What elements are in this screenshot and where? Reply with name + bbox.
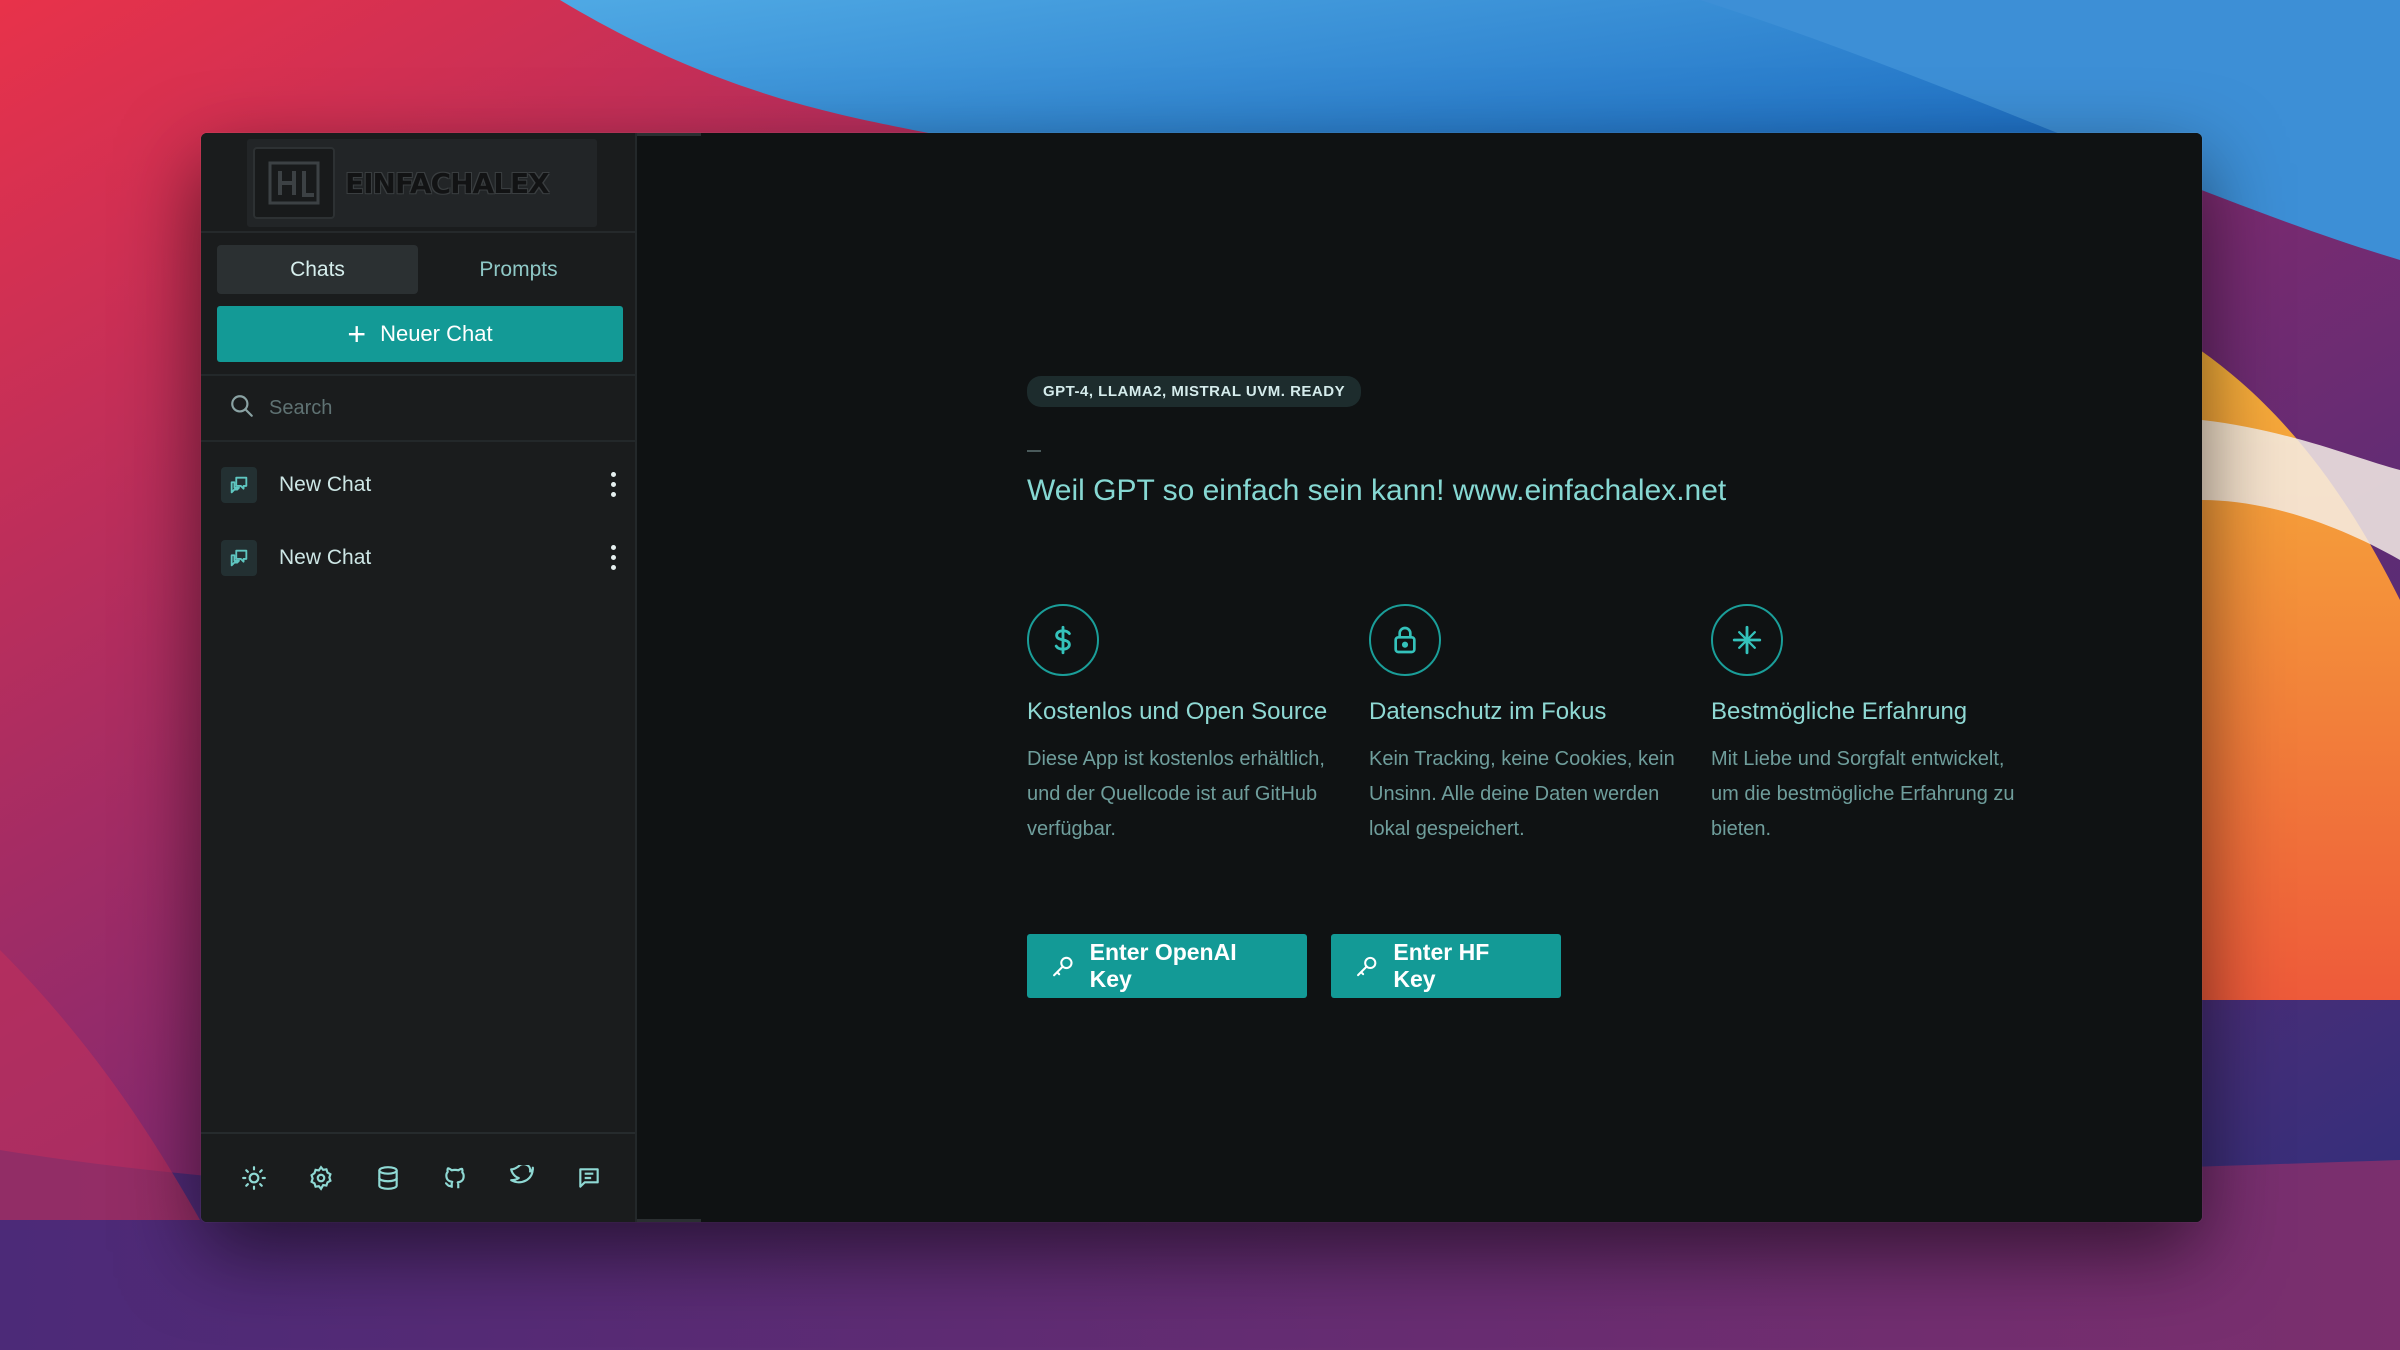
- search-icon: [229, 393, 255, 424]
- page-title: Weil GPT so einfach sein kann! www.einfa…: [1027, 474, 1727, 507]
- feature-list: Kostenlos und Open Source Diese App ist …: [1027, 604, 2053, 847]
- sidebar-tabs: Chats Prompts: [217, 245, 619, 294]
- tab-prompts[interactable]: Prompts: [418, 245, 619, 294]
- logo-text: EINFACHALEX: [345, 166, 550, 200]
- database-icon[interactable]: [373, 1163, 403, 1193]
- more-vertical-icon[interactable]: [603, 467, 623, 503]
- more-vertical-icon[interactable]: [603, 540, 623, 576]
- model-ready-badge: GPT-4, LLAMA2, MISTRAL UVM. READY: [1027, 376, 1362, 407]
- logo-area: EINFACHALEX: [201, 133, 635, 233]
- logo: EINFACHALEX: [247, 139, 597, 227]
- welcome-header: GPT-4, LLAMA2, MISTRAL UVM. READY Weil G…: [1027, 376, 2077, 508]
- dollar-icon: [1027, 604, 1099, 676]
- feature-description: Kein Tracking, keine Cookies, kein Unsin…: [1369, 748, 1675, 840]
- plus-icon: +: [347, 316, 367, 352]
- feature-card: Datenschutz im Fokus Kein Tracking, kein…: [1369, 604, 1711, 847]
- github-icon[interactable]: [440, 1163, 470, 1193]
- enter-openai-key-label: Enter OpenAI Key: [1089, 939, 1237, 992]
- main-content: GPT-4, LLAMA2, MISTRAL UVM. READY Weil G…: [637, 133, 2202, 1222]
- chat-list-item[interactable]: New Chat: [201, 521, 635, 594]
- divider: [1027, 450, 1041, 452]
- sun-icon[interactable]: [239, 1163, 269, 1193]
- logo-mark-icon: [253, 147, 335, 219]
- enter-openai-key-button[interactable]: Enter OpenAI Key: [1027, 934, 1307, 998]
- message-square-icon[interactable]: [574, 1163, 604, 1193]
- chat-list: New Chat New Chat: [201, 442, 635, 594]
- new-chat-label: Neuer Chat: [380, 321, 493, 346]
- tab-chats[interactable]: Chats: [217, 245, 418, 294]
- chat-title: New Chat: [279, 472, 372, 496]
- key-icon: [1357, 956, 1377, 977]
- feature-description: Mit Liebe und Sorgfalt entwickelt, um di…: [1711, 748, 2015, 840]
- chat-list-item[interactable]: New Chat: [201, 448, 635, 521]
- sidebar: EINFACHALEX Chats Prompts + Neuer Chat S…: [201, 133, 637, 1222]
- chat-title: New Chat: [279, 545, 372, 569]
- key-icon: [1053, 956, 1073, 977]
- feature-title: Bestmögliche Erfahrung: [1711, 698, 1968, 725]
- chat-bubbles-icon: [221, 539, 257, 576]
- api-key-buttons: Enter OpenAI Key Enter HF Key: [1027, 934, 1561, 998]
- chat-bubbles-icon: [221, 466, 257, 503]
- sidebar-footer: [201, 1132, 635, 1222]
- twitter-icon[interactable]: [507, 1163, 537, 1193]
- search-bar: [201, 374, 635, 442]
- feature-description: Diese App ist kostenlos erhältlich, und …: [1027, 748, 1325, 840]
- enter-hf-key-label: Enter HF Key: [1393, 939, 1490, 992]
- app-window: EINFACHALEX Chats Prompts + Neuer Chat S…: [201, 133, 2202, 1222]
- feature-title: Kostenlos und Open Source: [1027, 698, 1328, 725]
- sparkle-icon: [1711, 604, 1783, 676]
- logo-name: EINFACHALEX: [345, 166, 550, 200]
- feature-card: Kostenlos und Open Source Diese App ist …: [1027, 604, 1369, 847]
- new-chat-button[interactable]: + Neuer Chat: [217, 306, 623, 362]
- enter-hf-key-button[interactable]: Enter HF Key: [1331, 934, 1561, 998]
- feature-card: Bestmögliche Erfahrung Mit Liebe und Sor…: [1711, 604, 2053, 847]
- feature-title: Datenschutz im Fokus: [1369, 698, 1607, 725]
- lock-icon: [1369, 604, 1441, 676]
- gear-icon[interactable]: [306, 1163, 336, 1193]
- search-input[interactable]: [269, 396, 609, 420]
